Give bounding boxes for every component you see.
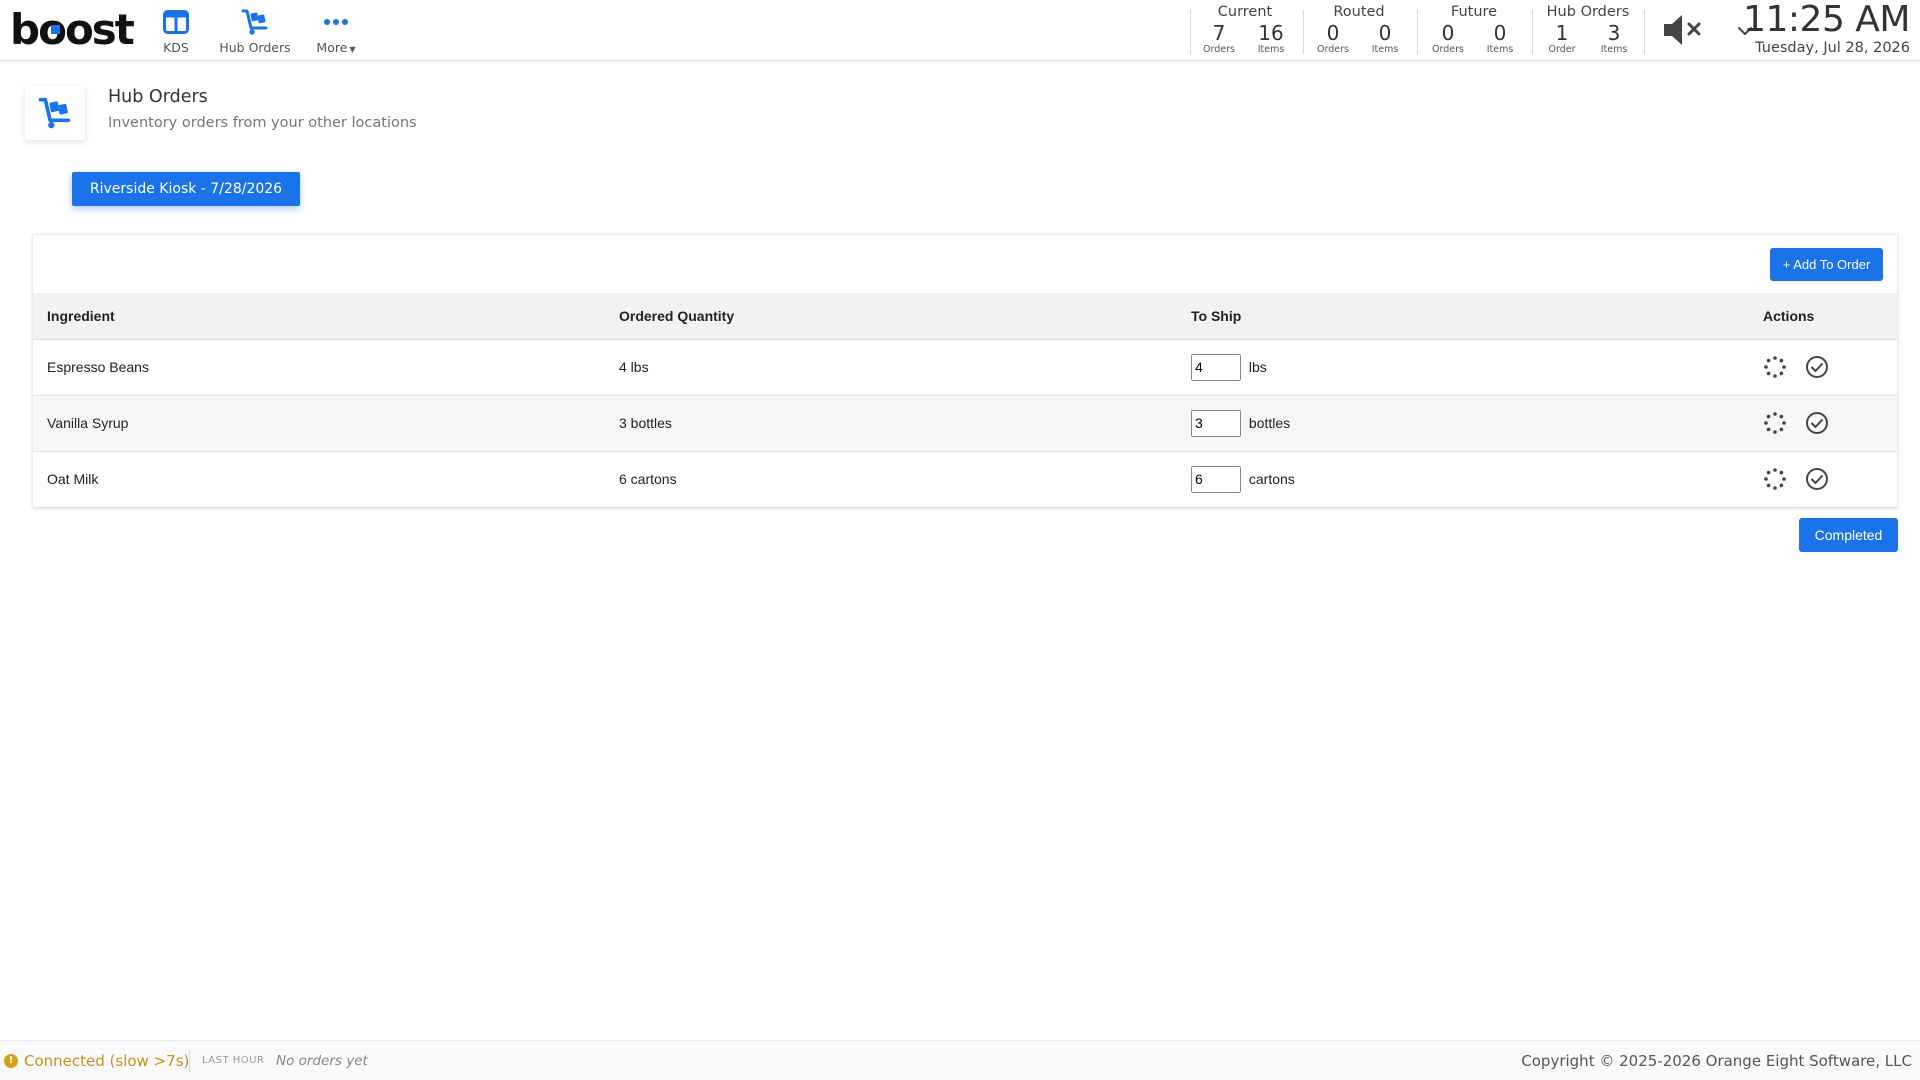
nav-hub-orders[interactable]: Hub Orders — [214, 8, 296, 55]
stat-hub-orders-title: Hub Orders — [1546, 4, 1630, 20]
stat-current-orders-unit: Orders — [1203, 44, 1235, 55]
stat-routed-orders: 0 — [1326, 21, 1340, 45]
stat-current-items-unit: Items — [1257, 44, 1285, 55]
nav-more[interactable]: More ▼ — [308, 8, 364, 55]
partial-status-icon[interactable] — [1763, 411, 1787, 435]
status-footer: ! Connected (slow >7s) LAST HOUR No orde… — [0, 1040, 1920, 1080]
hub-order-card: + Add To Order Ingredient Ordered Quanti… — [32, 234, 1898, 508]
stat-hub-orders-items-unit: Items — [1600, 44, 1628, 55]
cell-ingredient: Espresso Beans — [33, 339, 605, 396]
stats-divider — [1532, 10, 1533, 54]
stat-routed-orders-unit: Orders — [1317, 44, 1349, 55]
stat-future-title: Future — [1450, 4, 1498, 20]
kds-layout-icon — [163, 10, 189, 34]
to-ship-input[interactable] — [1191, 465, 1241, 493]
stat-current[interactable]: Current 7 Orders 16 Items — [1193, 2, 1297, 58]
partial-status-icon[interactable] — [1763, 467, 1787, 491]
cell-ordered: 3 bottles — [605, 395, 1177, 452]
stat-routed-items-unit: Items — [1371, 44, 1399, 55]
connection-status-text: Connected (slow >7s) — [24, 1052, 190, 1070]
page-icon-box — [25, 86, 85, 140]
stat-routed-title: Routed — [1333, 4, 1385, 20]
check-circle-icon[interactable] — [1805, 355, 1829, 379]
stat-future[interactable]: Future 0 Orders 0 Items — [1422, 2, 1526, 58]
to-ship-input[interactable] — [1191, 353, 1241, 381]
dolly-cart-icon — [38, 97, 71, 129]
cell-actions — [1749, 395, 1897, 452]
add-to-order-button[interactable]: + Add To Order — [1770, 248, 1883, 281]
to-ship-unit: cartons — [1248, 471, 1295, 487]
clock-date: Tuesday, Jul 28, 2026 — [1755, 40, 1910, 56]
stat-hub-orders-orders: 1 — [1555, 21, 1569, 45]
top-bar: boost KDS Hub Orders More ▼ Current 7 Or… — [0, 0, 1920, 61]
stat-future-items: 0 — [1493, 21, 1507, 45]
stats-divider — [1644, 10, 1645, 54]
stat-hub-orders-orders-unit: Order — [1548, 44, 1576, 55]
sound-toggle-button[interactable] — [1662, 12, 1706, 48]
stats-divider — [1417, 10, 1418, 54]
clock: 11:25 AM Tuesday, Jul 28, 2026 — [1743, 0, 1910, 56]
cell-ordered: 4 lbs — [605, 339, 1177, 396]
stats-divider — [1303, 10, 1304, 54]
location-order-button[interactable]: Riverside Kiosk - 7/28/2026 — [72, 172, 300, 206]
table-row: Vanilla Syrup 3 bottles bottles — [33, 395, 1897, 452]
caret-down-icon: ▼ — [349, 45, 356, 54]
more-dots-icon — [324, 19, 348, 25]
cell-to-ship: cartons — [1177, 451, 1749, 508]
cell-ingredient: Oat Milk — [33, 451, 605, 508]
stat-hub-orders-items: 3 — [1607, 21, 1621, 45]
last-hour-value: No orders yet — [276, 1053, 368, 1069]
table-row: Espresso Beans 4 lbs lbs — [33, 339, 1897, 396]
table-header-row: Ingredient Ordered Quantity To Ship Acti… — [33, 293, 1897, 340]
stats-divider — [1190, 10, 1191, 54]
stat-current-title: Current — [1217, 4, 1273, 20]
connection-status[interactable]: ! Connected (slow >7s) — [4, 1052, 189, 1070]
stat-future-orders: 0 — [1441, 21, 1455, 45]
warning-icon: ! — [4, 1054, 18, 1068]
header-to-ship: To Ship — [1177, 293, 1749, 340]
page-subtitle: Inventory orders from your other locatio… — [108, 115, 417, 131]
nav-kds[interactable]: KDS — [158, 8, 194, 55]
to-ship-input[interactable] — [1191, 409, 1241, 437]
stat-routed-items: 0 — [1378, 21, 1392, 45]
cell-actions — [1749, 451, 1897, 508]
boost-logo[interactable]: boost — [10, 6, 135, 54]
stat-future-orders-unit: Orders — [1432, 44, 1464, 55]
header-ingredient: Ingredient — [33, 293, 605, 340]
nav-hub-orders-label: Hub Orders — [219, 40, 291, 55]
header-actions: Actions — [1749, 293, 1897, 340]
cell-actions — [1749, 339, 1897, 396]
stat-hub-orders[interactable]: Hub Orders 1 Order 3 Items — [1536, 2, 1640, 58]
cell-to-ship: bottles — [1177, 395, 1749, 452]
last-hour-label: LAST HOUR — [202, 1055, 265, 1066]
check-circle-icon[interactable] — [1805, 467, 1829, 491]
nav-more-label: More ▼ — [308, 40, 364, 55]
page-title: Hub Orders — [108, 87, 208, 107]
stat-current-items: 16 — [1258, 21, 1284, 45]
dolly-cart-icon — [241, 9, 268, 35]
nav-more-text: More — [316, 40, 348, 55]
ingredients-table: Ingredient Ordered Quantity To Ship Acti… — [33, 293, 1897, 508]
header-ordered-quantity: Ordered Quantity — [605, 293, 1177, 340]
cell-ingredient: Vanilla Syrup — [33, 395, 605, 452]
cell-ordered: 6 cartons — [605, 451, 1177, 508]
stat-future-items-unit: Items — [1486, 44, 1514, 55]
check-circle-icon[interactable] — [1805, 411, 1829, 435]
to-ship-unit: lbs — [1248, 359, 1267, 375]
stat-current-orders: 7 — [1212, 21, 1226, 45]
table-row: Oat Milk 6 cartons cartons — [33, 451, 1897, 508]
completed-button[interactable]: Completed — [1799, 518, 1898, 552]
volume-muted-icon — [1664, 15, 1701, 45]
partial-status-icon[interactable] — [1763, 355, 1787, 379]
copyright-text: Copyright © 2025-2026 Orange Eight Softw… — [1521, 1052, 1912, 1070]
clock-time: 11:25 AM — [1743, 0, 1910, 40]
to-ship-unit: bottles — [1248, 415, 1291, 431]
cell-to-ship: lbs — [1177, 339, 1749, 396]
footer-divider — [189, 1049, 190, 1073]
stat-routed[interactable]: Routed 0 Orders 0 Items — [1307, 2, 1411, 58]
nav-kds-label: KDS — [163, 40, 189, 55]
